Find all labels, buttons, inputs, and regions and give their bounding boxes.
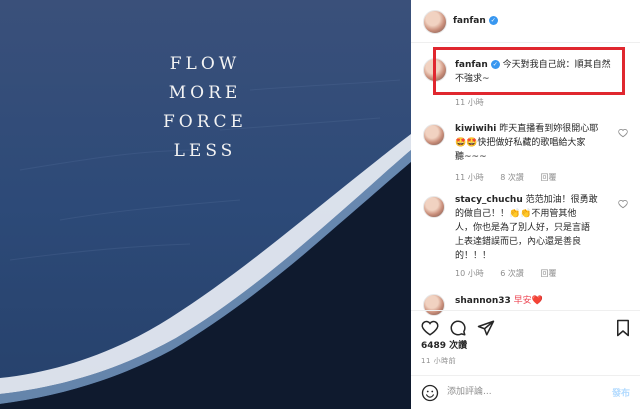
photo-quote: FLOW MORE FORCE LESS: [130, 50, 280, 166]
commenter-avatar[interactable]: [423, 196, 445, 218]
caption-time: 11 小時: [455, 97, 498, 108]
comment-like-heart-icon[interactable]: [618, 128, 628, 138]
comment-line: 范范加油！很勇敢: [525, 195, 598, 205]
avatar[interactable]: [423, 10, 447, 34]
comment: stacy_chuchu 范范加油！很勇敢 的做自己！！👏👏不用管其他 人，你也…: [455, 193, 625, 263]
quote-line: FLOW: [169, 54, 241, 74]
quote-line: MORE: [168, 83, 242, 103]
comment: shannon33 早安❤️: [455, 294, 625, 308]
comment-line: 聽~~~: [455, 152, 487, 162]
post-photo[interactable]: FLOW MORE FORCE LESS: [0, 0, 411, 409]
quote-line: LESS: [173, 141, 237, 161]
likes-count[interactable]: 6489 次讚: [421, 338, 467, 351]
username-text[interactable]: fanfan: [453, 16, 486, 26]
share-send-icon[interactable]: [477, 319, 495, 337]
comment-like-heart-icon[interactable]: [618, 199, 628, 209]
commenter-avatar[interactable]: [423, 124, 445, 146]
comment-line: 🤩🤩快把做好私藏的歌唱給大家: [455, 138, 586, 148]
comment-line: 早安❤️: [513, 296, 543, 306]
comment-bubble-icon[interactable]: [449, 319, 467, 337]
like-heart-icon[interactable]: [421, 319, 439, 337]
comment-username[interactable]: shannon33: [455, 296, 511, 306]
comment-line: 人，你也是為了別人好，只是言語: [455, 223, 591, 233]
post-button[interactable]: 發布: [612, 386, 630, 399]
comment: kiwiwihi 昨天直播看到妳很開心耶 🤩🤩快把做好私藏的歌唱給大家 聽~~~: [455, 122, 625, 164]
quote-line: FORCE: [163, 112, 247, 132]
bookmark-icon[interactable]: [614, 319, 632, 337]
comment-time: 10 小時: [455, 269, 484, 278]
comment-meta: 10 小時 6 次讚 回覆: [455, 268, 570, 279]
comment-time: 11 小時: [455, 173, 484, 182]
comment-meta: 11 小時 8 次讚 回覆: [455, 172, 570, 183]
reply-button[interactable]: 回覆: [540, 173, 556, 182]
comment-line: 的做自己！！👏👏不用管其他: [455, 209, 577, 219]
comment-username[interactable]: stacy_chuchu: [455, 195, 523, 205]
caption-time-text: 11 小時: [455, 98, 484, 107]
header-username[interactable]: fanfan ✓: [453, 16, 498, 26]
post-side-panel: fanfan ✓ fanfan ✓ 今天對我自己說：順其自然 不強求~ 11 小時 …: [411, 0, 640, 409]
emoji-icon[interactable]: [421, 384, 439, 402]
verified-badge-icon: ✓: [490, 60, 500, 69]
caption-line: 今天對我自己說：順其自然: [502, 60, 611, 70]
verified-badge-icon: ✓: [488, 16, 498, 25]
caption-username[interactable]: fanfan: [455, 60, 488, 70]
comment-bar: 發布: [411, 375, 640, 410]
comment-username[interactable]: kiwiwihi: [455, 124, 496, 134]
comment-input[interactable]: [447, 385, 587, 399]
comment-line: 昨天直播看到妳很開心耶: [499, 124, 599, 134]
comment-likes[interactable]: 6 次讚: [500, 269, 524, 278]
reply-button[interactable]: 回覆: [540, 269, 556, 278]
post-timestamp: 11 小時前: [421, 357, 457, 365]
comment-line: 上表達錯誤而已，內心還是善良: [455, 237, 582, 247]
comment-likes[interactable]: 8 次讚: [500, 173, 524, 182]
comment-line: 的！！！: [455, 251, 492, 261]
caption-line: 不強求~: [455, 74, 490, 84]
post-header: fanfan ✓: [411, 0, 640, 43]
caption-text: fanfan ✓ 今天對我自己說：順其自然 不強求~: [455, 58, 625, 86]
